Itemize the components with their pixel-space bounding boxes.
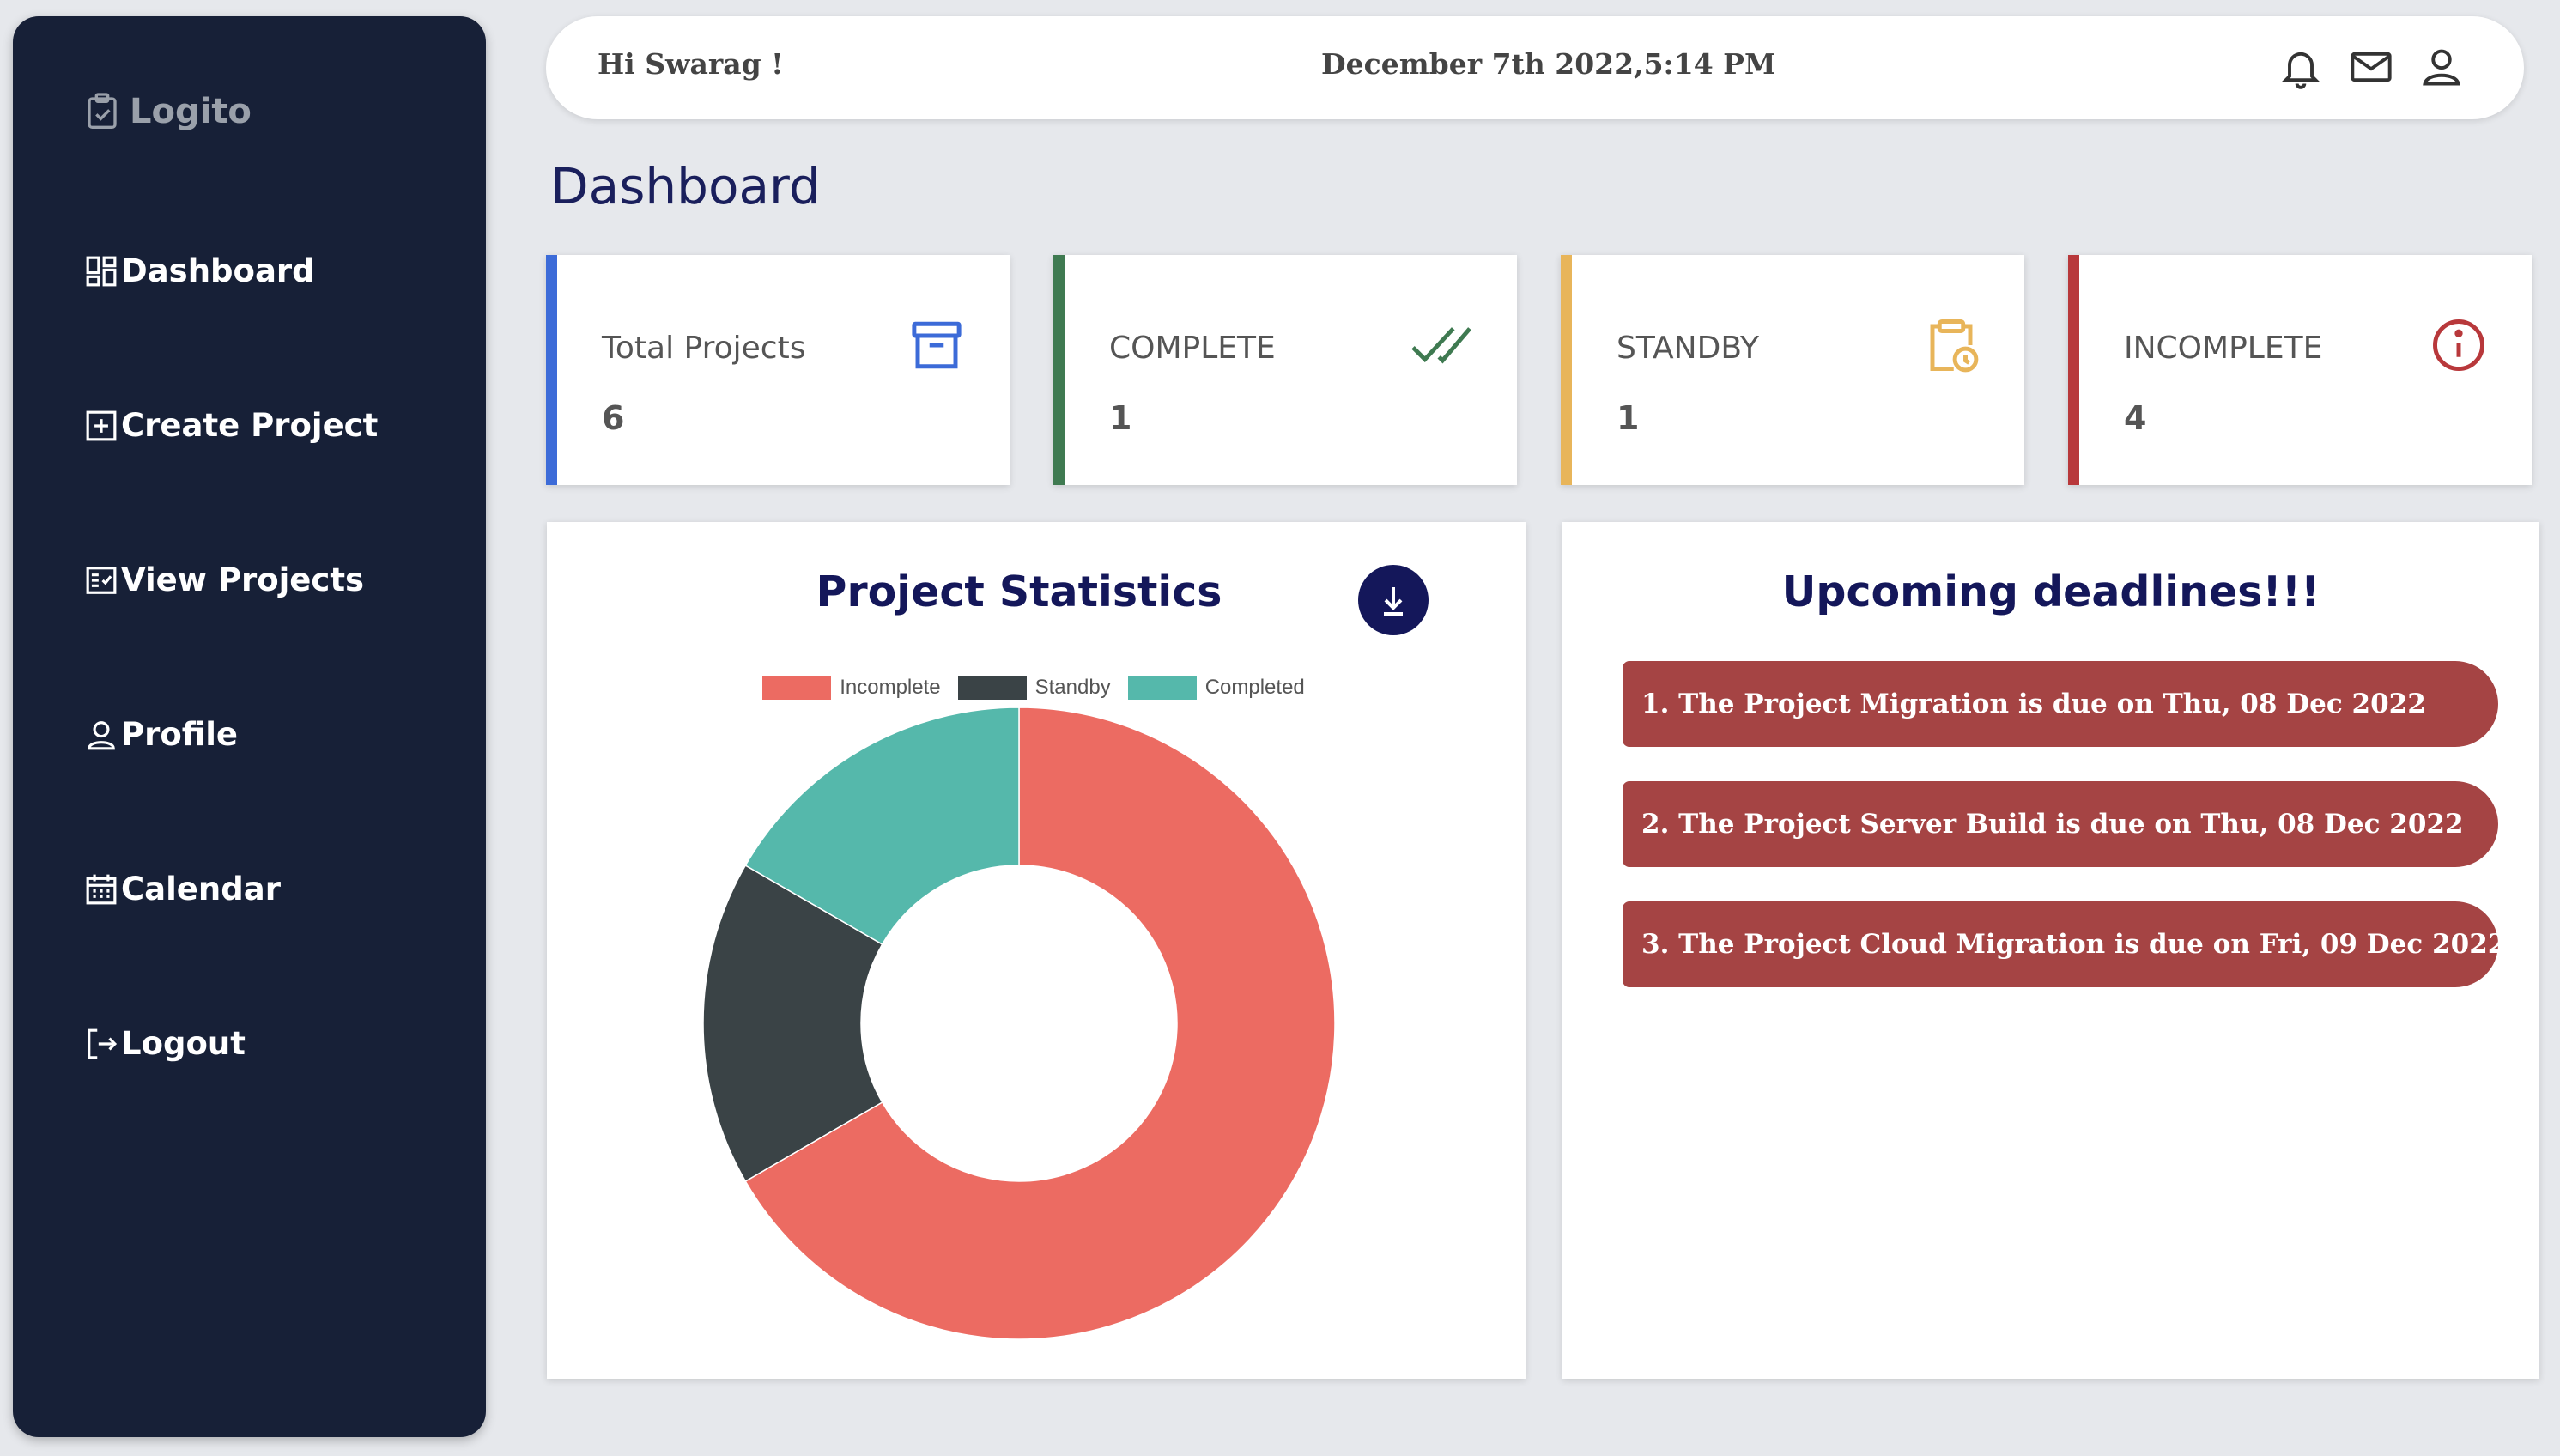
dashboard-icon	[86, 256, 117, 286]
upcoming-deadlines-panel: Upcoming deadlines!!! 1. The Project Mig…	[1562, 522, 2539, 1379]
mail-icon[interactable]	[2349, 44, 2393, 90]
calendar-icon	[86, 874, 117, 904]
card-label: COMPLETE	[1109, 331, 1276, 366]
brand-name: Logito	[130, 92, 252, 131]
sidebar-item-view-projects[interactable]: View Projects	[85, 561, 364, 598]
clipboard-check-icon	[88, 93, 117, 129]
page-title: Dashboard	[550, 157, 821, 215]
card-label: STANDBY	[1617, 331, 1760, 366]
card-label: Total Projects	[602, 331, 806, 366]
deadline-item[interactable]: 2. The Project Server Build is due on Th…	[1623, 781, 2498, 867]
legend-label: Standby	[1034, 676, 1111, 699]
chart-legend: Incomplete Standby Completed	[547, 676, 1526, 700]
legend-label: Incomplete	[840, 676, 941, 699]
sidebar-item-profile[interactable]: Profile	[85, 716, 238, 753]
legend-label: Completed	[1204, 676, 1305, 699]
sidebar-item-label: Dashboard	[121, 252, 315, 289]
info-circle-icon	[2430, 317, 2487, 373]
sidebar-item-label: Create Project	[121, 407, 379, 444]
legend-item-incomplete[interactable]: Incomplete	[762, 676, 941, 700]
complete-card[interactable]: COMPLETE 1	[1053, 255, 1517, 485]
card-label: INCOMPLETE	[2124, 331, 2323, 366]
user-icon	[88, 720, 115, 749]
card-count: 1	[1109, 399, 1132, 437]
sidebar-item-calendar[interactable]: Calendar	[85, 871, 281, 907]
sidebar-item-label: View Projects	[121, 561, 365, 598]
incomplete-card[interactable]: INCOMPLETE 4	[2068, 255, 2532, 485]
donut-chart	[702, 707, 1336, 1340]
sidebar-item-create-project[interactable]: Create Project	[85, 407, 378, 444]
brand-logo[interactable]: Logito	[85, 92, 252, 131]
bell-icon[interactable]	[2278, 44, 2323, 90]
checklist-icon	[86, 566, 117, 594]
legend-item-standby[interactable]: Standby	[957, 676, 1111, 700]
standby-card[interactable]: STANDBY 1	[1561, 255, 2024, 485]
total-projects-card[interactable]: Total Projects 6	[546, 255, 1010, 485]
sidebar-item-label: Logout	[121, 1025, 246, 1062]
card-count: 4	[2124, 399, 2147, 437]
clipboard-clock-icon	[1923, 317, 1980, 373]
legend-swatch	[957, 676, 1027, 700]
deadline-item[interactable]: 3. The Project Cloud Migration is due on…	[1623, 901, 2506, 987]
logout-icon	[88, 1028, 118, 1059]
project-statistics-panel: Project Statistics Incomplete Standby Comp…	[547, 522, 1526, 1379]
legend-swatch	[762, 676, 832, 700]
top-bar: Hi Swarag ! December 7th 2022,5:14 PM	[546, 16, 2524, 119]
double-check-icon	[1410, 317, 1472, 373]
plus-square-icon	[86, 410, 117, 440]
legend-swatch	[1127, 676, 1197, 700]
sidebar-item-dashboard[interactable]: Dashboard	[85, 252, 315, 289]
deadline-item[interactable]: 1. The Project Migration is due on Thu, …	[1623, 661, 2498, 747]
user-icon[interactable]	[2419, 44, 2464, 90]
card-count: 6	[602, 399, 625, 437]
deadlines-title: Upcoming deadlines!!!	[1781, 567, 2320, 616]
greeting-text: Hi Swarag !	[598, 47, 784, 81]
archive-box-icon	[908, 317, 965, 373]
sidebar-item-logout[interactable]: Logout	[85, 1025, 246, 1062]
sidebar: Logito Dashboard Create Project View Pro…	[13, 16, 486, 1437]
statistics-title: Project Statistics	[816, 567, 1222, 616]
datetime-text: December 7th 2022,5:14 PM	[1321, 47, 1776, 81]
card-count: 1	[1617, 399, 1640, 437]
sidebar-item-label: Profile	[121, 716, 238, 753]
download-icon	[1384, 587, 1403, 616]
legend-item-completed[interactable]: Completed	[1127, 676, 1305, 700]
download-button[interactable]	[1358, 565, 1429, 635]
sidebar-item-label: Calendar	[121, 871, 281, 907]
